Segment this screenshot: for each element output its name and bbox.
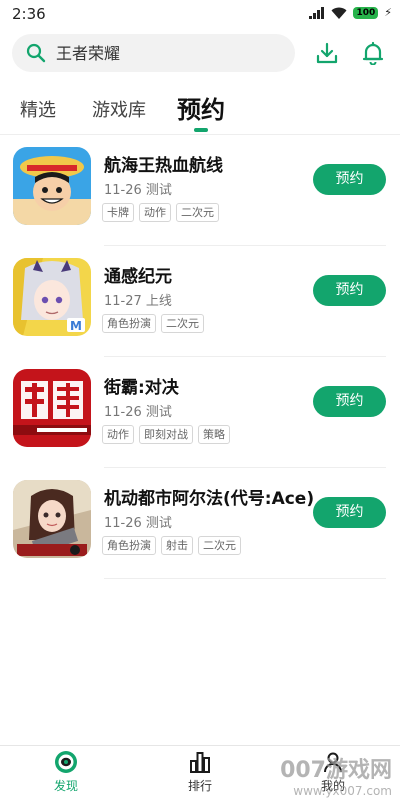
- game-name: 通感纪元: [104, 267, 172, 287]
- reserve-button[interactable]: 预约: [313, 275, 386, 306]
- game-icon-one-piece: [13, 147, 91, 225]
- watermark: 007游戏网 www.yx007.com: [280, 752, 392, 798]
- reserve-button[interactable]: 预约: [313, 497, 386, 528]
- reserve-button[interactable]: 预约: [313, 164, 386, 195]
- download-button[interactable]: [314, 40, 340, 66]
- svg-text:M: M: [70, 319, 82, 333]
- tag: 射击: [161, 536, 193, 555]
- notification-button[interactable]: [360, 40, 386, 66]
- tab-featured[interactable]: 精选: [20, 96, 56, 122]
- search-input[interactable]: [56, 43, 276, 63]
- wifi-icon: [331, 7, 347, 19]
- nav-discover[interactable]: 发现: [36, 750, 96, 794]
- game-date: 11-26 测试: [104, 516, 172, 531]
- game-tags: 动作 即刻对战 策略: [102, 425, 230, 444]
- game-item-one-piece[interactable]: 航海王热血航线 11-26 测试 卡牌 动作 二次元 预约: [0, 135, 400, 246]
- game-date: 11-26 测试: [104, 405, 172, 420]
- discover-icon: [55, 751, 77, 773]
- game-icon-ace: [13, 480, 91, 558]
- bell-icon: [362, 41, 384, 65]
- game-item-ace[interactable]: 机动都市阿尔法(代号:Ace) 11-26 测试 角色扮演 射击 二次元 预约: [0, 468, 400, 579]
- game-tags: 角色扮演 射击 二次元: [102, 536, 241, 555]
- status-bar: 2:36 100 ⚡: [0, 0, 400, 28]
- tag: 动作: [102, 425, 134, 444]
- tag: 动作: [139, 203, 171, 222]
- status-time: 2:36: [12, 5, 46, 23]
- game-date: 11-27 上线: [104, 294, 172, 309]
- tag: 二次元: [176, 203, 219, 222]
- watermark-url: www.yx007.com: [293, 784, 392, 798]
- game-item-tonggan[interactable]: M 通感纪元 11-27 上线 角色扮演 二次元 预约: [0, 246, 400, 357]
- tab-reservation[interactable]: 预约: [177, 90, 225, 125]
- ranking-icon: [190, 752, 210, 773]
- game-name: 航海王热血航线: [104, 156, 223, 176]
- tag: 策略: [198, 425, 230, 444]
- search-bar[interactable]: [12, 34, 295, 72]
- tag: 角色扮演: [102, 314, 156, 333]
- game-tags: 卡牌 动作 二次元: [102, 203, 219, 222]
- reserve-button[interactable]: 预约: [313, 386, 386, 417]
- game-icon-tonggan: M: [13, 258, 91, 336]
- tag: 二次元: [198, 536, 241, 555]
- game-icon-street-fighter: [13, 369, 91, 447]
- signal-icon: [309, 6, 325, 19]
- tag: 角色扮演: [102, 536, 156, 555]
- tab-indicator: [194, 128, 208, 132]
- nav-label: 发现: [53, 779, 78, 793]
- search-icon: [26, 43, 46, 63]
- tab-game-library[interactable]: 游戏库: [92, 96, 146, 122]
- divider: [104, 578, 386, 579]
- game-item-street-fighter[interactable]: 街霸:对决 11-26 测试 动作 即刻对战 策略 预约: [0, 357, 400, 468]
- tag: 即刻对战: [139, 425, 193, 444]
- watermark-text: 007游戏网: [280, 758, 392, 783]
- download-icon: [316, 42, 338, 64]
- status-icons: 100 ⚡: [309, 6, 392, 19]
- game-name: 街霸:对决: [104, 378, 179, 398]
- game-tags: 角色扮演 二次元: [102, 314, 204, 333]
- charging-icon: ⚡: [384, 6, 392, 19]
- nav-ranking[interactable]: 排行: [170, 750, 230, 794]
- nav-label: 排行: [187, 779, 212, 793]
- tag: 二次元: [161, 314, 204, 333]
- game-date: 11-26 测试: [104, 183, 172, 198]
- game-name: 机动都市阿尔法(代号:Ace): [104, 489, 315, 509]
- tag: 卡牌: [102, 203, 134, 222]
- battery-icon: 100: [353, 6, 379, 19]
- tab-bar: 精选 游戏库 预约: [0, 88, 400, 132]
